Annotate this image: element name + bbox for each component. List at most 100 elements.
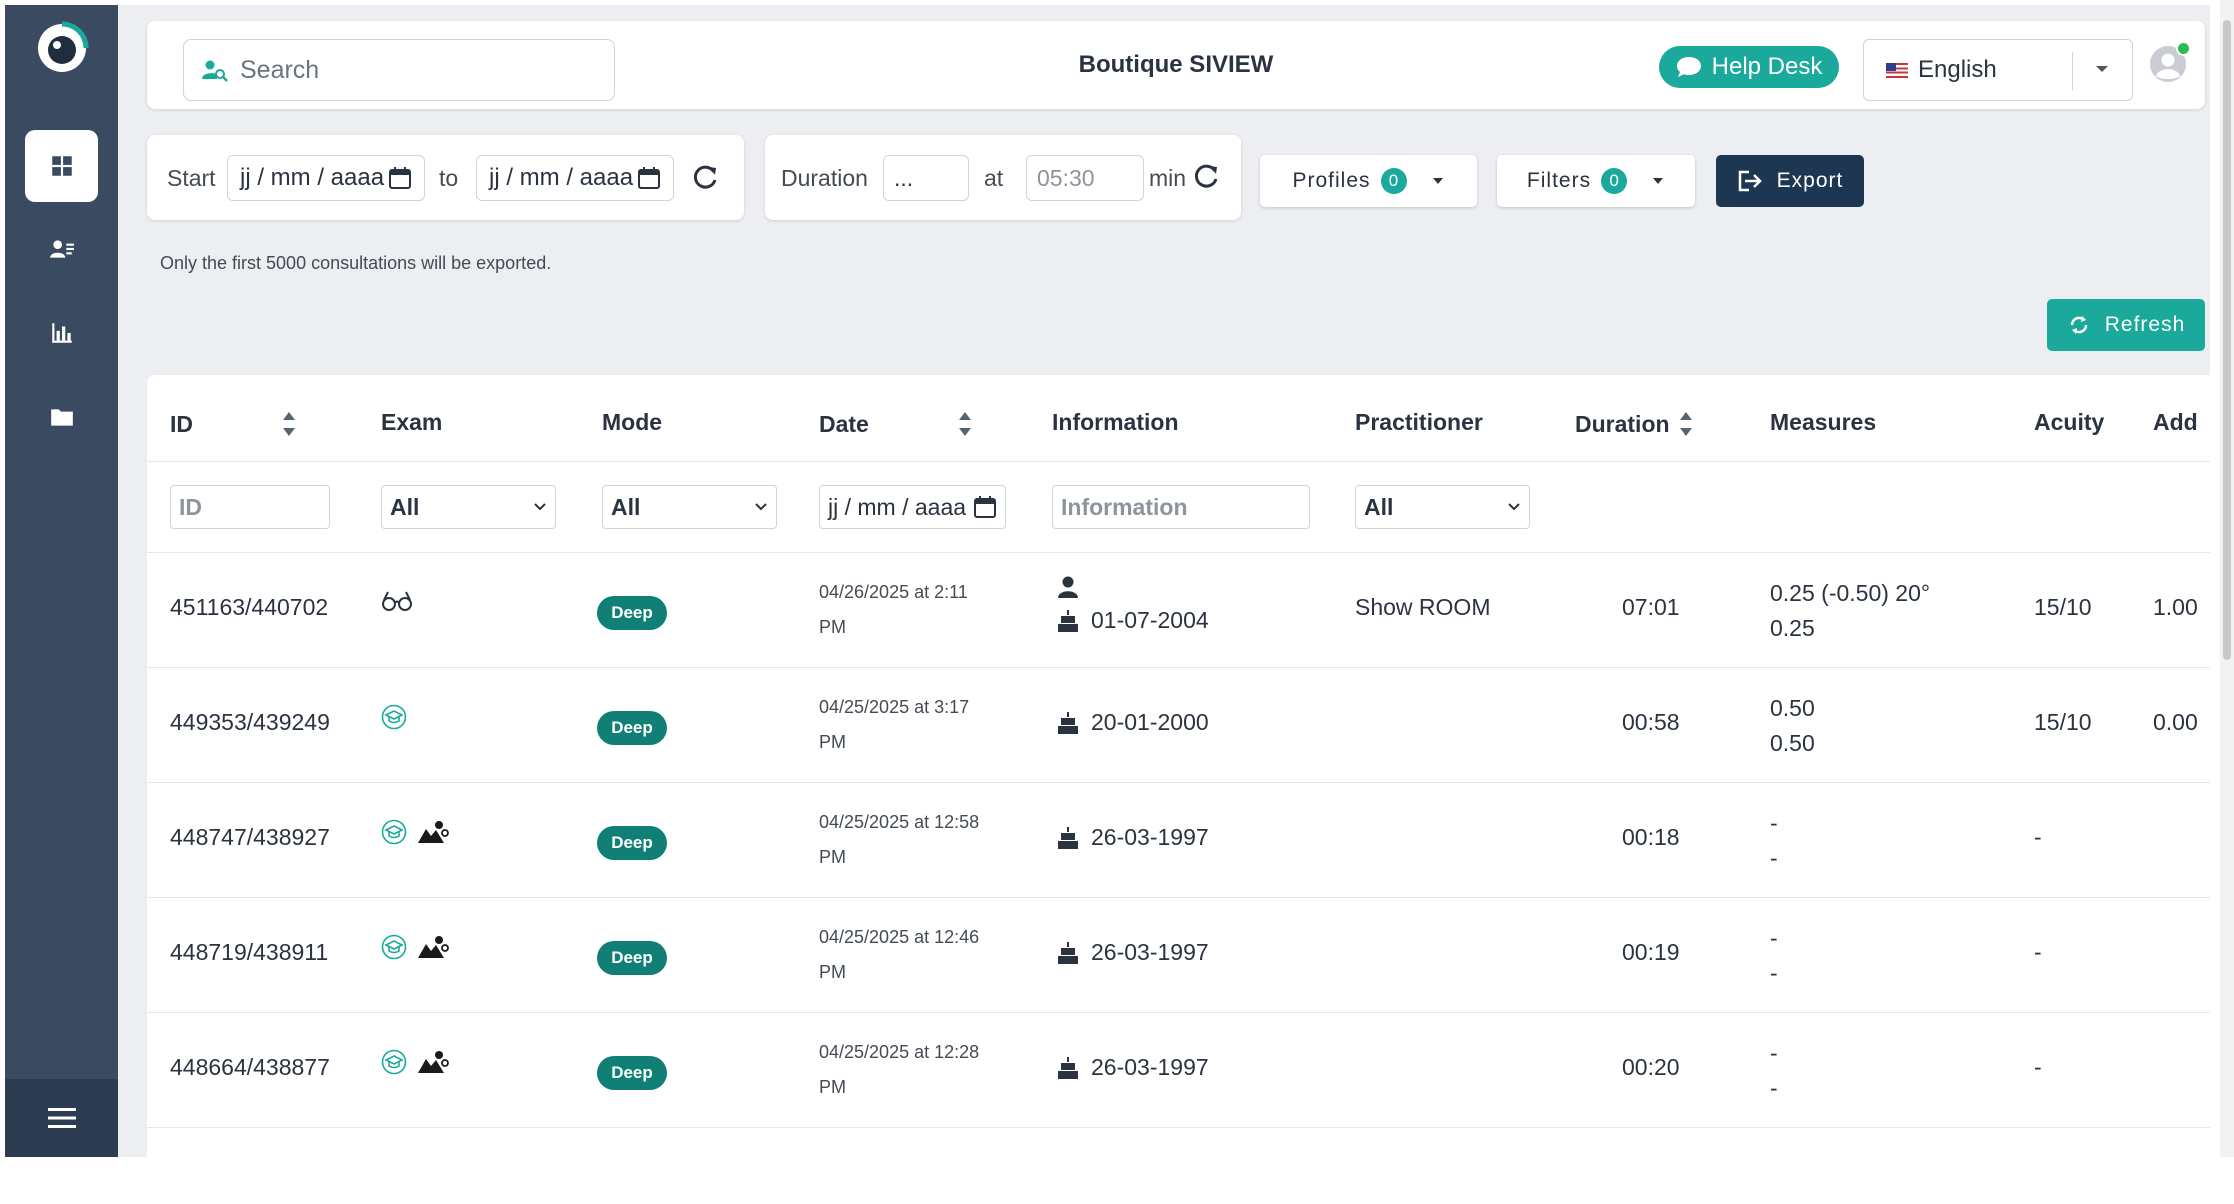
- scrollbar-thumb[interactable]: [2223, 20, 2231, 660]
- siview-logo-icon[interactable]: [33, 19, 91, 77]
- mode-filter-value: All: [611, 493, 641, 520]
- row-1-date-line2: PM: [819, 617, 846, 637]
- row-2-information: 20-01-2000: [1057, 709, 1209, 736]
- landscape-icon: [418, 936, 449, 958]
- row-divider: [147, 782, 2210, 783]
- to-label: to: [439, 165, 459, 191]
- row-2-date-line1: 04/25/2025 at 3:17: [819, 697, 970, 717]
- search-input[interactable]: [238, 54, 602, 86]
- row-3-acuity: -: [2034, 824, 2042, 850]
- reset-dates-icon[interactable]: [690, 163, 720, 193]
- sort-icon[interactable]: [1678, 409, 1694, 439]
- row-1-add: 1.00: [2153, 594, 2198, 620]
- id-filter-input[interactable]: ID: [170, 485, 330, 529]
- date-filter-input[interactable]: jj / mm / aaaa: [819, 485, 1006, 529]
- filter-divider: [147, 552, 2210, 553]
- row-1-date-line1: 04/26/2025 at 2:11: [819, 582, 968, 602]
- row-1-information: 01-07-2004: [1057, 607, 1209, 634]
- online-status-dot: [2176, 41, 2191, 56]
- row-1-duration: 07:01: [1622, 594, 1680, 620]
- practitioner-filter-value: All: [1364, 493, 1394, 520]
- duration-input[interactable]: ...: [883, 155, 969, 201]
- row-3-id[interactable]: 448747/438927: [170, 824, 330, 851]
- birthday-cake-icon: [1058, 941, 1078, 964]
- sidebar: [5, 5, 118, 1157]
- landscape-icon: [418, 1051, 449, 1073]
- export-limit-note: Only the first 5000 consultations will b…: [160, 253, 552, 273]
- row-3-date-line1: 04/25/2025 at 12:58: [819, 812, 980, 832]
- sort-icon[interactable]: [957, 409, 973, 439]
- row-3-measure-right: -: [1770, 810, 1778, 836]
- filters-count-badge: 0: [1601, 168, 1628, 194]
- row-1-id[interactable]: 451163/440702: [170, 594, 328, 621]
- at-time-input[interactable]: 05:30: [1026, 155, 1144, 201]
- user-avatar[interactable]: [2149, 41, 2191, 83]
- row-2-date-line2: PM: [819, 732, 846, 752]
- column-header-id[interactable]: ID: [170, 409, 297, 439]
- sidebar-item-statistics[interactable]: [25, 297, 98, 369]
- sidebar-item-dashboard[interactable]: [25, 130, 98, 202]
- export-button[interactable]: Export: [1716, 155, 1864, 207]
- row-2-id[interactable]: 449353/439249: [170, 709, 330, 736]
- filters-dropdown[interactable]: Filters 0: [1497, 155, 1695, 207]
- row-3-duration: 00:18: [1622, 824, 1680, 850]
- graduation-cap-icon: [381, 934, 407, 960]
- row-2-mode-badge: Deep: [597, 711, 667, 745]
- graduation-cap-icon: [381, 819, 407, 845]
- column-header-acuity: Acuity: [2034, 409, 2105, 435]
- sort-icon[interactable]: [281, 409, 297, 439]
- exam-filter-select[interactable]: All: [381, 485, 556, 529]
- row-2-measures: 0.50 0.50: [1770, 691, 1815, 761]
- language-divider: [2072, 52, 2073, 90]
- row-5-id[interactable]: 448664/438877: [170, 1054, 330, 1081]
- end-date-input[interactable]: jj / mm / aaaa: [476, 155, 674, 201]
- row-3-date: 04/25/2025 at 12:58 PM: [819, 805, 979, 875]
- row-1-acuity: 15/10: [2034, 594, 2092, 620]
- search-box[interactable]: [183, 39, 615, 101]
- row-5-information: 26-03-1997: [1057, 1054, 1209, 1081]
- column-header-date[interactable]: Date: [819, 409, 973, 439]
- calendar-icon: [638, 167, 660, 189]
- menu-toggle-button[interactable]: [5, 1079, 118, 1157]
- row-3-birthdate: 26-03-1997: [1091, 824, 1209, 850]
- page-scrollbar[interactable]: [2220, 0, 2234, 1157]
- chevron-down-icon: [534, 503, 546, 511]
- chevron-down-icon: [1432, 178, 1443, 184]
- column-header-duration[interactable]: Duration: [1575, 409, 1694, 439]
- chevron-down-icon: [1508, 503, 1520, 511]
- chevron-down-icon: [1653, 178, 1664, 184]
- row-2-exam: [381, 704, 407, 730]
- end-date-value: jj / mm / aaaa: [489, 164, 634, 191]
- reset-duration-icon[interactable]: [1191, 162, 1221, 192]
- row-5-date: 04/25/2025 at 12:28 PM: [819, 1035, 979, 1105]
- filters-label: Filters: [1526, 169, 1592, 192]
- row-4-id[interactable]: 448719/438911: [170, 939, 328, 966]
- graduation-cap-icon: [381, 704, 407, 730]
- header-id-label: ID: [170, 410, 193, 437]
- calendar-icon: [974, 496, 996, 518]
- calendar-icon: [389, 167, 411, 189]
- sidebar-item-folder[interactable]: [25, 381, 98, 453]
- row-5-measure-right: -: [1770, 1040, 1778, 1066]
- chevron-down-icon: [755, 503, 767, 511]
- birthday-cake-icon: [1058, 609, 1078, 632]
- profiles-dropdown[interactable]: Profiles 0: [1260, 155, 1477, 207]
- row-4-duration: 00:19: [1622, 939, 1680, 965]
- start-label: Start: [167, 165, 216, 191]
- column-header-exam: Exam: [381, 409, 443, 435]
- sidebar-item-patients[interactable]: [25, 213, 98, 285]
- profiles-count-badge: 0: [1380, 168, 1407, 194]
- row-5-date-line2: PM: [819, 1077, 846, 1097]
- information-filter-input[interactable]: Information: [1052, 485, 1310, 529]
- language-select[interactable]: English: [1863, 39, 2133, 101]
- help-desk-button[interactable]: Help Desk: [1659, 46, 1839, 88]
- refresh-button[interactable]: Refresh: [2047, 299, 2205, 351]
- start-date-input[interactable]: jj / mm / aaaa: [227, 155, 425, 201]
- row-5-exam: [381, 1049, 449, 1075]
- refresh-label: Refresh: [2104, 313, 2186, 336]
- row-divider: [147, 667, 2210, 668]
- practitioner-filter-select[interactable]: All: [1355, 485, 1530, 529]
- date-range-card: Start jj / mm / aaaa to jj / mm / aaaa: [147, 135, 744, 220]
- row-5-birthdate: 26-03-1997: [1091, 1054, 1209, 1080]
- mode-filter-select[interactable]: All: [602, 485, 777, 529]
